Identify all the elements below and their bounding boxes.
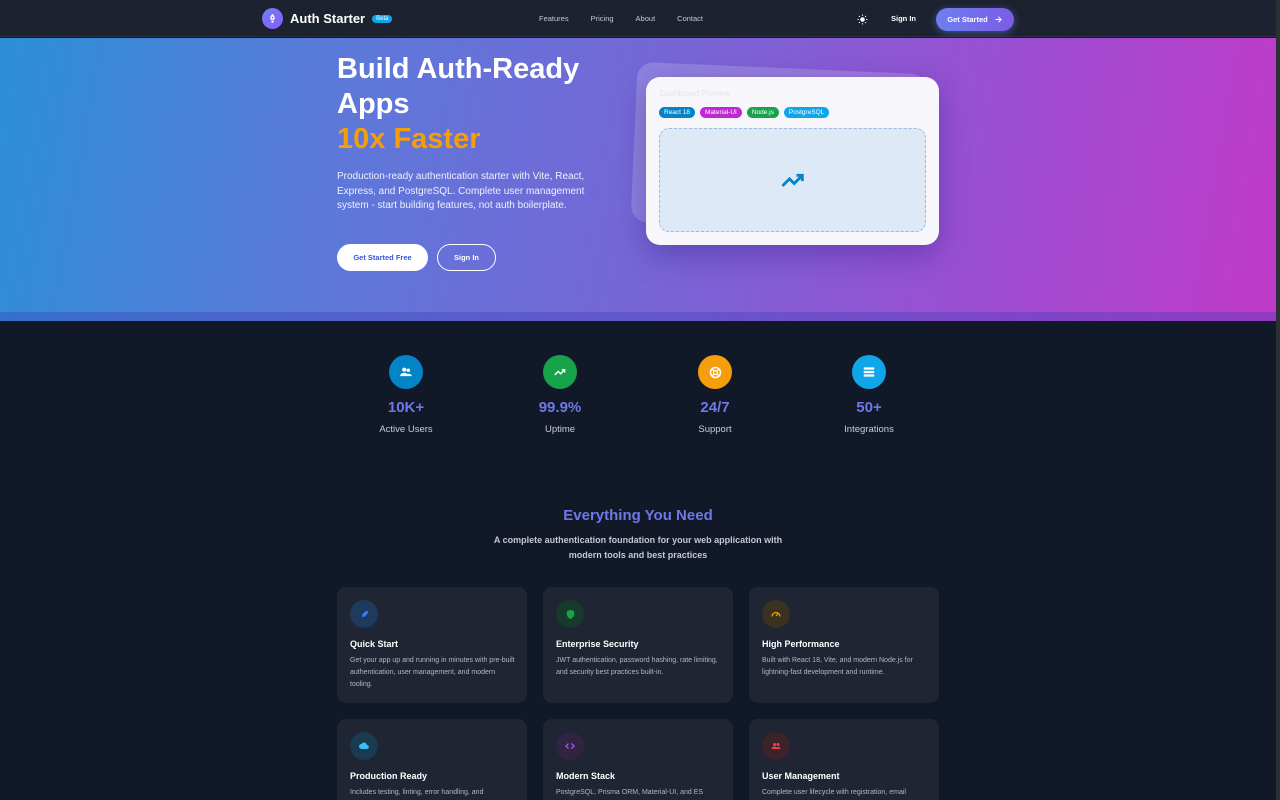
chip-react: React 18 (659, 107, 696, 118)
nav-link-features[interactable]: Features (539, 14, 569, 23)
beta-badge: Beta (372, 14, 393, 23)
support-icon (698, 355, 732, 389)
stat-support: 24/7 Support (665, 355, 765, 435)
feature-title: High Performance (762, 639, 840, 649)
feature-desc: Includes testing, linting, error handlin… (350, 789, 484, 796)
hero-title: Build Auth-Ready Apps 10x Faster (337, 52, 627, 157)
chip-postgresql: PostgreSQL (783, 107, 830, 118)
features-title: Everything You Need (563, 507, 713, 524)
feature-title: Enterprise Security (556, 639, 639, 649)
page-scrollbar[interactable] (1276, 0, 1280, 800)
nav-sign-in-link[interactable]: Sign In (891, 14, 916, 23)
nav-link-about[interactable]: About (636, 14, 656, 23)
stat-value: 50+ (856, 399, 882, 416)
stat-label: Integrations (844, 424, 894, 435)
nav-get-started-button[interactable]: Get Started (936, 8, 1014, 31)
stat-value: 99.9% (538, 399, 582, 416)
stat-label: Support (698, 424, 732, 435)
feature-title: Modern Stack (556, 771, 616, 781)
preview-chart-area (659, 128, 926, 232)
nav-links: Features Pricing About Contact (539, 14, 703, 23)
nav-link-contact[interactable]: Contact (677, 14, 703, 23)
tech-chips: React 18 Material-UI Node.js PostgreSQL (659, 107, 830, 118)
feature-desc: JWT authentication, password hashing, ra… (556, 657, 718, 676)
stat-active-users: 10K+ Active Users (356, 355, 456, 435)
rocket-logo-icon (262, 8, 283, 29)
feature-card-production-ready: Production Ready Includes testing, linti… (337, 719, 527, 800)
arrow-right-icon (995, 16, 1002, 23)
users-icon (389, 355, 423, 389)
feature-desc: PostgreSQL, Prisma ORM, Material-UI, and… (556, 789, 704, 796)
group-icon (762, 732, 790, 760)
nav-cta-label: Get Started (947, 15, 988, 24)
stat-value: 10K+ (387, 399, 425, 416)
trending-up-icon (543, 355, 577, 389)
trending-up-icon (781, 173, 804, 187)
preview-label: Dashboard Preview (660, 89, 730, 98)
get-started-free-button[interactable]: Get Started Free (337, 244, 428, 271)
stat-uptime: 99.9% Uptime (510, 355, 610, 435)
feature-card-user-management: User Management Complete user lifecycle … (749, 719, 939, 800)
stat-value: 24/7 (700, 399, 730, 416)
stat-integrations: 50+ Integrations (819, 355, 919, 435)
feature-title: User Management (762, 771, 840, 781)
cloud-icon (350, 732, 378, 760)
hero-title-line1: Build Auth-Ready (337, 53, 580, 85)
feature-title: Quick Start (350, 639, 399, 649)
hero-title-line2: Apps (337, 88, 410, 120)
speed-icon (762, 600, 790, 628)
brand[interactable]: Auth Starter Beta (262, 8, 393, 29)
feature-card-enterprise-security: Enterprise Security JWT authentication, … (543, 587, 733, 703)
feature-desc: Get your app up and running in minutes w… (350, 657, 515, 688)
feature-card-high-performance: High Performance Built with React 18, Vi… (749, 587, 939, 703)
code-icon (556, 732, 584, 760)
nav-link-pricing[interactable]: Pricing (591, 14, 614, 23)
feature-title: Production Ready (350, 771, 428, 781)
hero-sign-in-button[interactable]: Sign In (437, 244, 496, 271)
chip-material-ui: Material-UI (700, 107, 742, 118)
dashboard-preview-card: Dashboard Preview React 18 Material-UI N… (646, 77, 939, 245)
feature-desc: Built with React 18, Vite, and modern No… (762, 657, 913, 676)
features-subtitle: A complete authentication foundation for… (493, 535, 783, 560)
hero-title-accent: 10x Faster (337, 123, 481, 155)
chip-nodejs: Node.js (746, 107, 779, 118)
feature-card-quick-start: Quick Start Get your app up and running … (337, 587, 527, 703)
stat-label: Uptime (544, 424, 576, 435)
stat-label: Active Users (379, 424, 433, 435)
feature-desc: Complete user lifecycle with registratio… (762, 789, 906, 796)
rocket-icon (350, 600, 378, 628)
shield-icon (556, 600, 584, 628)
brand-name: Auth Starter (290, 11, 366, 26)
theme-toggle-sun-icon[interactable] (855, 12, 869, 26)
hero-section: Build Auth-Ready Apps 10x Faster Product… (0, 38, 1276, 321)
top-navbar: Auth Starter Beta Features Pricing About… (0, 0, 1276, 37)
feature-card-modern-stack: Modern Stack PostgreSQL, Prisma ORM, Mat… (543, 719, 733, 800)
storage-icon (852, 355, 886, 389)
hero-subtitle: Production-ready authentication starter … (337, 171, 585, 211)
